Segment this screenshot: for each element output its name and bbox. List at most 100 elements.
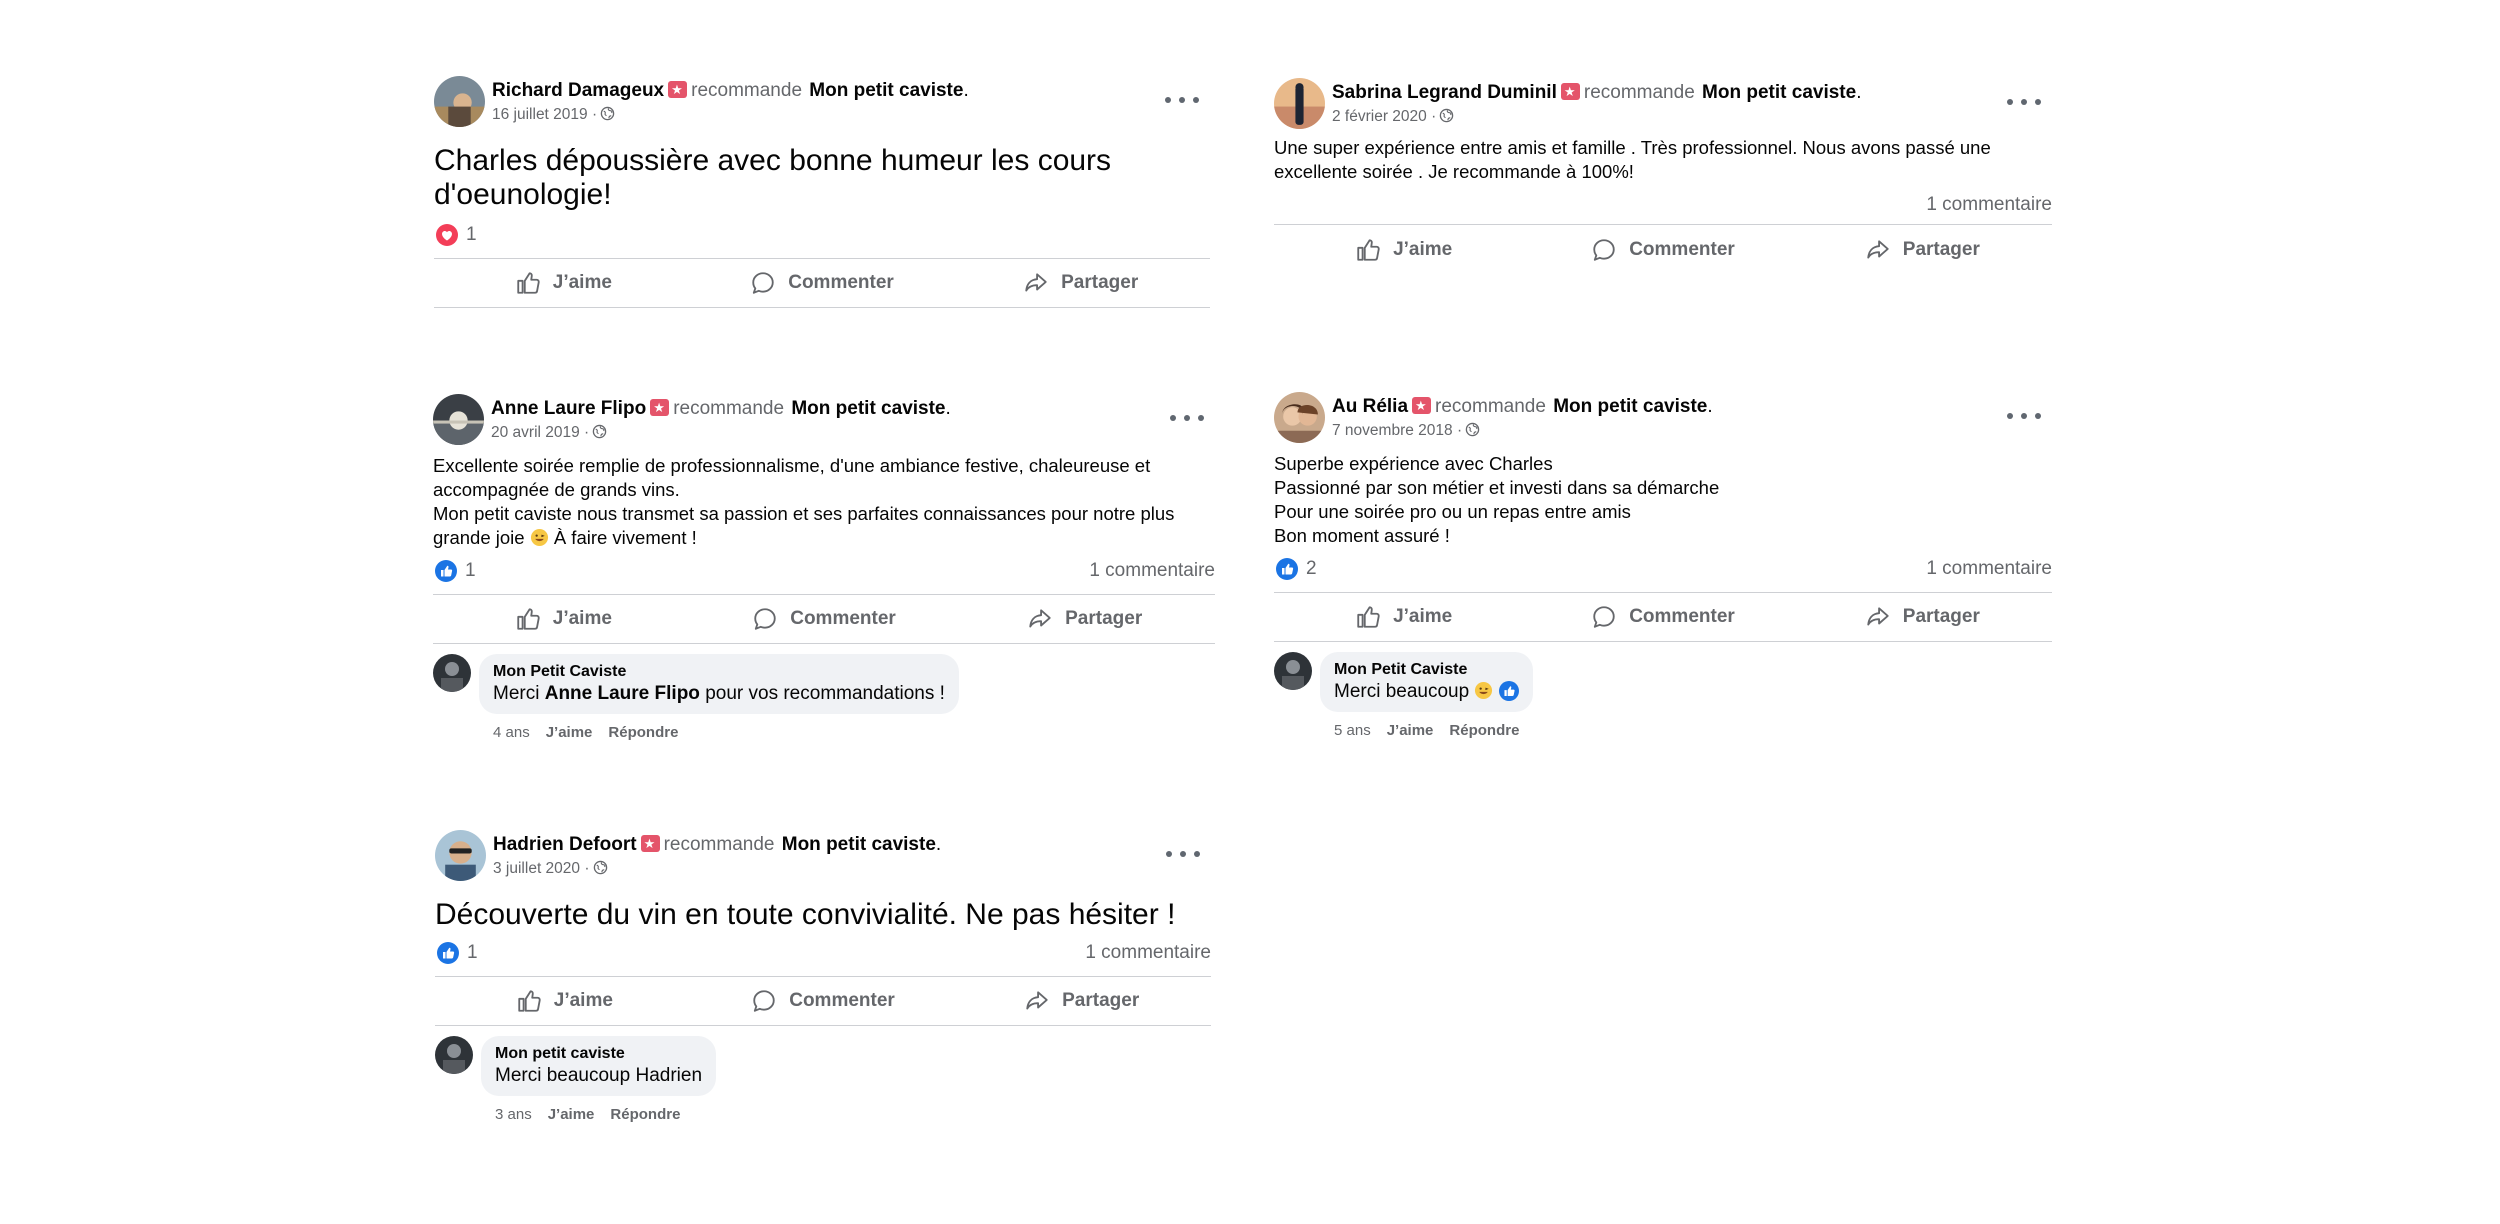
post-author-line: Hadrien Defoort recommande Mon petit cavi… [493, 834, 941, 856]
post-actions: J’aime Commenter Partager [1274, 224, 2052, 274]
share-button[interactable]: Partager [952, 977, 1211, 1025]
share-button[interactable]: Partager [1793, 593, 2052, 641]
globe-icon [593, 860, 608, 875]
avatar[interactable] [434, 76, 485, 127]
comment-count[interactable]: 1 commentaire [1926, 194, 2052, 216]
like-button[interactable]: J’aime [435, 977, 694, 1025]
post-header: Richard Damageux recommande Mon petit cav… [434, 66, 1210, 127]
comment-author[interactable]: Mon Petit Caviste [1334, 660, 1519, 680]
like-button[interactable]: J’aime [433, 595, 694, 643]
post-actions: J’aime Commenter Partager [1274, 592, 2052, 642]
globe-icon [1439, 108, 1454, 123]
avatar[interactable] [1274, 78, 1325, 129]
comment-bubble: Mon petit caviste Merci beaucoup Hadrien [481, 1036, 717, 1096]
avatar[interactable] [435, 830, 486, 881]
share-icon [1027, 606, 1053, 632]
post-actions: J’aime Commenter Partager [433, 594, 1215, 644]
comment-reply-link[interactable]: Répondre [610, 1106, 680, 1123]
grin-emoji-icon [1474, 681, 1493, 700]
reaction-count: 1 [466, 224, 477, 245]
post-header: Hadrien Defoort recommande Mon petit cavi… [435, 820, 1211, 881]
comment-like-link[interactable]: J’aime [548, 1106, 595, 1123]
author-name[interactable]: Hadrien Defoort [493, 834, 637, 855]
like-button[interactable]: J’aime [1274, 593, 1533, 641]
comment-button[interactable]: Commenter [693, 259, 952, 307]
comment-count[interactable]: 1 commentaire [1926, 558, 2052, 580]
like-reaction-icon[interactable] [1499, 681, 1519, 701]
comment-button[interactable]: Commenter [1533, 225, 1792, 274]
post-header: Sabrina Legrand Duminil recommande Mon pe… [1274, 68, 2052, 129]
comment: Mon petit caviste Merci beaucoup Hadrien… [435, 1036, 1211, 1123]
comment-button[interactable]: Commenter [694, 977, 953, 1025]
page-name[interactable]: Mon petit caviste [1553, 396, 1707, 417]
more-options-icon[interactable] [1163, 842, 1203, 866]
like-reaction-icon [435, 560, 457, 582]
page-name[interactable]: Mon petit caviste [1702, 82, 1856, 103]
post-header: Au Réliarecommande Mon petit caviste. 7 … [1274, 382, 2052, 443]
author-name[interactable]: Au Rélia [1332, 396, 1408, 417]
post-hadrien: Hadrien Defoort recommande Mon petit cavi… [435, 820, 1211, 1123]
reaction-summary[interactable]: 1 [436, 224, 477, 246]
share-button[interactable]: Partager [951, 259, 1210, 307]
post-date[interactable]: 7 novembre 2018 · [1332, 422, 1480, 440]
post-date[interactable]: 3 juillet 2020 · [493, 860, 608, 878]
comment-age[interactable]: 3 ans [495, 1106, 532, 1123]
thumbs-up-icon [515, 606, 541, 632]
share-icon [1865, 604, 1891, 630]
comment-author[interactable]: Mon petit caviste [495, 1044, 702, 1064]
comment-count[interactable]: 1 commentaire [1089, 560, 1215, 582]
page-name[interactable]: Mon petit caviste [809, 80, 963, 101]
comment-like-link[interactable]: J’aime [546, 724, 593, 741]
commenter-avatar[interactable] [1274, 652, 1312, 690]
post-author-line: Au Réliarecommande Mon petit caviste. [1332, 396, 1713, 418]
recommend-verb: recommande [691, 80, 803, 101]
author-name[interactable]: Sabrina Legrand Duminil [1332, 82, 1557, 103]
post-sabrina: Sabrina Legrand Duminil recommande Mon pe… [1274, 68, 2052, 274]
more-options-icon[interactable] [1167, 406, 1207, 430]
comment-button[interactable]: Commenter [1533, 593, 1792, 641]
reaction-count: 1 [467, 942, 478, 963]
globe-icon [1465, 422, 1480, 437]
reaction-summary[interactable]: 2 [1276, 558, 1317, 580]
comment-like-link[interactable]: J’aime [1387, 722, 1434, 739]
comment-author[interactable]: Mon Petit Caviste [493, 662, 945, 682]
comment-text: Merci beaucoup Hadrien [495, 1065, 703, 1086]
recommend-verb: recommande [673, 398, 785, 419]
mention[interactable]: Anne Laure Flipo [545, 683, 700, 704]
comment-reply-link[interactable]: Répondre [1449, 722, 1519, 739]
author-name[interactable]: Richard Damageux [492, 80, 664, 101]
comment-icon [750, 270, 776, 296]
share-button[interactable]: Partager [1793, 225, 2052, 274]
more-options-icon[interactable] [2004, 404, 2044, 428]
grin-emoji-icon [530, 528, 549, 547]
post-date[interactable]: 2 février 2020 · [1332, 108, 1454, 126]
reaction-summary[interactable]: 1 [437, 942, 478, 964]
page-name[interactable]: Mon petit caviste [791, 398, 945, 419]
post-date[interactable]: 16 juillet 2019 · [492, 106, 615, 124]
commenter-avatar[interactable] [435, 1036, 473, 1074]
thumbs-up-icon [1355, 237, 1381, 263]
comment-count[interactable]: 1 commentaire [1085, 942, 1211, 964]
post-au-relia: Au Réliarecommande Mon petit caviste. 7 … [1274, 382, 2052, 739]
comment-reply-link[interactable]: Répondre [608, 724, 678, 741]
share-button[interactable]: Partager [954, 595, 1215, 643]
like-button[interactable]: J’aime [434, 259, 693, 307]
comment-button[interactable]: Commenter [694, 595, 955, 643]
reaction-summary[interactable]: 1 [435, 560, 476, 582]
reactions-row: 1 1 commentaire [435, 938, 1211, 968]
avatar[interactable] [433, 394, 484, 445]
more-options-icon[interactable] [1162, 88, 1202, 112]
avatar[interactable] [1274, 392, 1325, 443]
comment-icon [752, 606, 778, 632]
author-name[interactable]: Anne Laure Flipo [491, 398, 646, 419]
like-button[interactable]: J’aime [1274, 225, 1533, 274]
page-name[interactable]: Mon petit caviste [782, 834, 936, 855]
comment-age[interactable]: 5 ans [1334, 722, 1371, 739]
post-author-line: Anne Laure Flipo recommande Mon petit cav… [491, 398, 951, 420]
commenter-avatar[interactable] [433, 654, 471, 692]
post-text: Charles dépoussière avec bonne humeur le… [434, 144, 1112, 211]
more-options-icon[interactable] [2004, 90, 2044, 114]
comment-text: Merci beaucoup [1334, 680, 1519, 704]
comment-age[interactable]: 4 ans [493, 724, 530, 741]
post-date[interactable]: 20 avril 2019 · [491, 424, 607, 442]
